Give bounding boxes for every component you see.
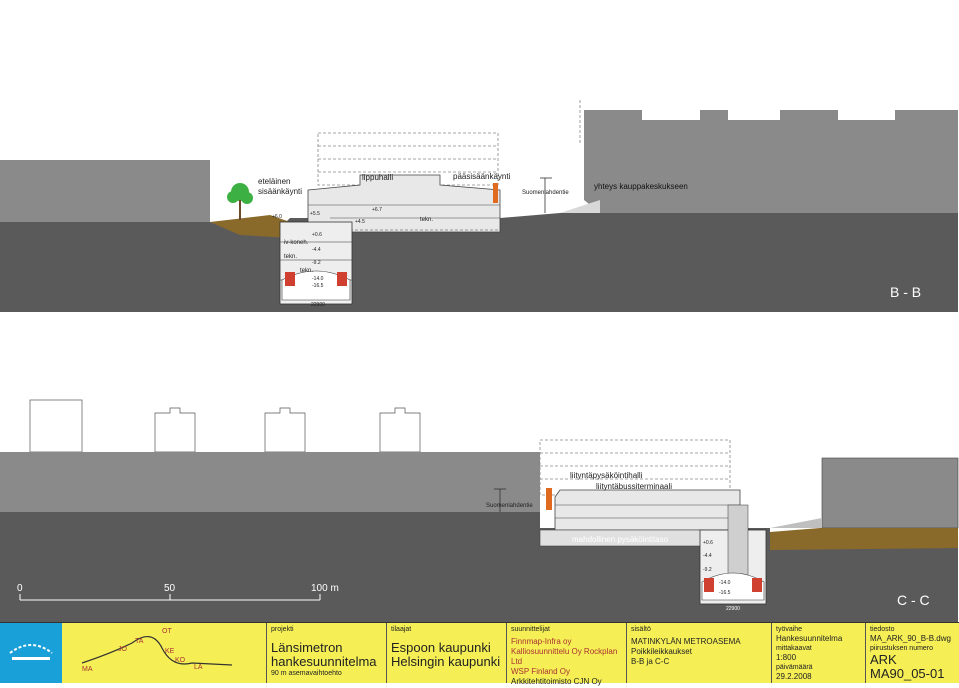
station-cc bbox=[554, 489, 741, 531]
label-clients: tilaajat bbox=[391, 626, 412, 633]
label-project: projekti bbox=[271, 626, 294, 633]
route-map: MA JO TA OT KE KO LA bbox=[81, 628, 233, 673]
level: -9.2 bbox=[312, 260, 321, 266]
level: +6.7 bbox=[372, 207, 382, 213]
project-sub: 90 m asemavaihtoehto bbox=[271, 670, 342, 677]
label-date: päivämäärä bbox=[776, 664, 813, 671]
designer-1: Finnmap-Infra oy bbox=[511, 637, 572, 646]
client-2: Helsingin kaupunki bbox=[391, 654, 501, 669]
label-phase: työvaihe bbox=[776, 626, 803, 633]
label-scale: mittakaavat bbox=[776, 645, 812, 652]
label-park-ride: liityntäpysäköintihalli bbox=[570, 471, 643, 480]
scale-tick-0: 0 bbox=[17, 583, 23, 594]
section-title-bb: B - B bbox=[890, 284, 921, 300]
scale: 1:800 bbox=[776, 653, 797, 662]
label-designers: suunnittelijat bbox=[511, 626, 550, 633]
tree-icon bbox=[227, 183, 253, 220]
building-left-bb bbox=[0, 160, 210, 222]
label-file: tiedosto bbox=[870, 626, 895, 633]
scale-tick-100: 100 m bbox=[311, 583, 339, 594]
level: +5.5 bbox=[310, 211, 320, 217]
station-ko: KO bbox=[175, 657, 186, 664]
label-road-bb: Suomenlahdentie bbox=[522, 190, 569, 196]
section-drawing: eteläinen sisäänkäynti lippuhalli pääsisä… bbox=[0, 100, 959, 622]
cell-designers: suunnittelijat Finnmap-Infra oy Kalliosu… bbox=[506, 623, 626, 686]
section-bb: eteläinen sisäänkäynti lippuhalli pääsisä… bbox=[0, 100, 958, 312]
scale-tick-50: 50 bbox=[164, 583, 176, 594]
level: +6.0 bbox=[272, 214, 282, 220]
train-right-bb bbox=[337, 272, 347, 286]
metro-logo-icon bbox=[0, 623, 62, 683]
orange-marker-bb bbox=[493, 183, 498, 203]
level: -16.5 bbox=[312, 283, 324, 289]
building-right-bb bbox=[584, 110, 958, 213]
station-ma: MA bbox=[82, 666, 93, 673]
label-main-entrance: pääsisäänkäynti bbox=[453, 172, 511, 181]
cell-project: projekti Länsimetron hankesuunnitelma 90… bbox=[266, 623, 386, 683]
dimension-bb: 22900 bbox=[311, 302, 325, 308]
designer-2: Kalliosuunnittelu Oy Rockplan Ltd bbox=[511, 647, 618, 666]
section-title-cc: C - C bbox=[897, 592, 930, 608]
title-block: MA JO TA OT KE KO LA projekti Länsimetro… bbox=[0, 622, 959, 686]
dimension-cc: 22900 bbox=[726, 606, 740, 612]
project-line-1: Länsimetron bbox=[271, 640, 343, 655]
file: MA_ARK_90_B-B.dwg bbox=[870, 634, 951, 643]
station-ot: OT bbox=[162, 628, 172, 635]
station-ta: TA bbox=[135, 638, 144, 645]
cell-content: sisältö MATINKYLÄN METROASEMA Poikkileik… bbox=[626, 623, 771, 683]
project-line-2: hankesuunnitelma bbox=[271, 654, 377, 669]
dashed-outline-bb bbox=[317, 100, 581, 186]
level: +0.6 bbox=[312, 232, 322, 238]
building-outlines-cc bbox=[29, 399, 421, 453]
label-road-cc: Suomenlahdentie bbox=[486, 503, 533, 509]
label-mall-link: yhteys kauppakeskukseen bbox=[594, 182, 688, 191]
label-bus-terminal: liityntäbussiterminaali bbox=[596, 482, 672, 491]
train-right-cc bbox=[752, 578, 762, 592]
level: -14.0 bbox=[719, 580, 731, 586]
train-left-cc bbox=[704, 578, 714, 592]
train-left-bb bbox=[285, 272, 295, 286]
cell-phase: työvaihe Hankesuunnitelma mittakaavat 1:… bbox=[771, 623, 865, 683]
designer-3: WSP Finland Oy bbox=[511, 667, 570, 676]
drawing-ark: ARK bbox=[870, 652, 897, 667]
building-right-cc bbox=[822, 458, 958, 528]
label-tech-1: tekn. bbox=[420, 217, 433, 223]
label-parking: mahdollinen pysäköintitaso bbox=[572, 535, 669, 544]
svg-text:eteläinensisäänkäynti: eteläinen sisäänkäynti bbox=[258, 177, 302, 196]
level: +0.6 bbox=[703, 540, 713, 546]
section-cc: liityntäpysäköintihalli liityntäbussiter… bbox=[0, 399, 959, 622]
content-3: B-B ja C-C bbox=[631, 657, 670, 666]
label-ventilation: iv-koneh. bbox=[284, 240, 309, 246]
station-ke: KE bbox=[165, 648, 175, 655]
content-1: MATINKYLÄN METROASEMA bbox=[631, 637, 741, 646]
date: 29.2.2008 bbox=[776, 672, 812, 681]
label-south-entrance-2: sisäänkäynti bbox=[258, 187, 302, 196]
cell-clients: tilaajat Espoon kaupunki Helsingin kaupu… bbox=[386, 623, 506, 683]
level: -14.0 bbox=[312, 276, 324, 282]
level: -4.4 bbox=[703, 553, 712, 559]
cell-file: tiedosto MA_ARK_90_B-B.dwg piirustuksen … bbox=[865, 623, 959, 683]
designer-4: Arkkitehtitoimisto CJN Oy bbox=[511, 677, 602, 686]
drawing-number: MA90_05-01 bbox=[870, 666, 945, 681]
label-content: sisältö bbox=[631, 626, 651, 633]
building-band-cc bbox=[0, 452, 540, 512]
level: +4.5 bbox=[355, 219, 365, 225]
label-ticket-hall: lippuhalli bbox=[362, 173, 393, 182]
client-1: Espoon kaupunki bbox=[391, 640, 491, 655]
orange-marker-cc bbox=[546, 488, 552, 510]
content-2: Poikkileikkaukset bbox=[631, 647, 692, 656]
level: -16.5 bbox=[719, 590, 731, 596]
label-south-entrance-1: eteläinen bbox=[258, 177, 290, 186]
label-tech-2: tekn. bbox=[284, 254, 297, 260]
station-la: LA bbox=[194, 664, 203, 671]
soil-cc bbox=[770, 528, 958, 550]
phase: Hankesuunnitelma bbox=[776, 634, 843, 643]
label-tech-3: tekn. bbox=[300, 268, 313, 274]
station-jo: JO bbox=[118, 646, 128, 653]
level: -9.2 bbox=[703, 567, 712, 573]
level: -4.4 bbox=[312, 247, 321, 253]
